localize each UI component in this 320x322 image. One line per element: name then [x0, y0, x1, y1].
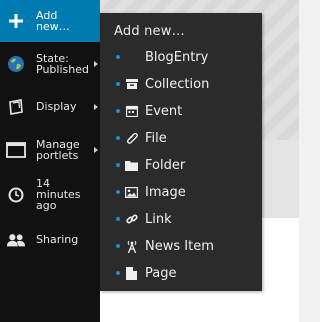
toolbar-label: 14 minutes ago [36, 177, 81, 212]
bullet-icon [116, 136, 120, 140]
toolbar-sharing[interactable]: Sharing [0, 218, 100, 261]
bullet-icon [116, 217, 120, 221]
collection-icon [125, 77, 138, 91]
antenna-icon [125, 239, 138, 253]
portlets-icon [6, 140, 26, 160]
bullet-icon [116, 271, 120, 275]
image-icon [125, 185, 138, 199]
bullet-icon [116, 55, 120, 59]
bullet-icon [116, 109, 120, 113]
clock-icon [6, 185, 26, 205]
menu-item-folder[interactable]: Folder [100, 152, 262, 179]
menu-item-label: Event [145, 104, 183, 119]
submenu-caret-icon [94, 103, 98, 110]
menu-item-link[interactable]: Link [100, 206, 262, 233]
add-new-menu: Add new… BlogEntry Collection Event File… [100, 13, 262, 291]
menu-item-page[interactable]: Page [100, 260, 262, 287]
menu-item-blogentry[interactable]: BlogEntry [100, 44, 262, 71]
plone-toolbar: Add new… State: Published Display Manage… [0, 0, 100, 322]
toolbar-add-new[interactable]: Add new… [0, 0, 100, 42]
toolbar-display[interactable]: Display [0, 85, 100, 128]
toolbar-history[interactable]: 14 minutes ago [0, 171, 100, 218]
menu-list: BlogEntry Collection Event File Folder I… [100, 44, 262, 287]
menu-item-label: Page [145, 266, 177, 281]
bullet-icon [116, 163, 120, 167]
toolbar-state[interactable]: State: Published [0, 42, 100, 85]
state-globe-icon [6, 54, 26, 74]
menu-item-label: Image [145, 185, 186, 200]
menu-header: Add new… [114, 24, 185, 39]
people-icon [6, 230, 26, 250]
submenu-caret-icon [94, 60, 98, 67]
link-icon [125, 212, 138, 226]
toolbar-label: State: Published [36, 51, 89, 76]
calendar-icon [125, 104, 138, 118]
toolbar-label: Display [36, 100, 77, 113]
menu-item-label: BlogEntry [145, 50, 209, 65]
folder-icon [125, 158, 138, 172]
menu-item-label: File [145, 131, 167, 146]
paperclip-icon [125, 131, 138, 145]
menu-item-label: Link [145, 212, 172, 227]
menu-item-collection[interactable]: Collection [100, 71, 262, 98]
menu-item-label: News Item [145, 239, 214, 254]
bullet-icon [116, 82, 120, 86]
toolbar-label: Manage portlets [36, 137, 80, 162]
menu-item-label: Collection [145, 77, 210, 92]
menu-item-file[interactable]: File [100, 125, 262, 152]
bullet-icon [116, 190, 120, 194]
page-icon [125, 266, 138, 280]
menu-item-image[interactable]: Image [100, 179, 262, 206]
toolbar-label: Sharing [36, 233, 79, 246]
toolbar-manage-portlets[interactable]: Manage portlets [0, 128, 100, 171]
menu-item-news-item[interactable]: News Item [100, 233, 262, 260]
menu-item-label: Folder [145, 158, 186, 173]
menu-item-event[interactable]: Event [100, 98, 262, 125]
plus-icon [6, 11, 26, 31]
toolbar-label: Add new… [36, 9, 70, 33]
display-icon [6, 97, 26, 117]
bullet-icon [116, 244, 120, 248]
submenu-caret-icon [94, 146, 98, 153]
